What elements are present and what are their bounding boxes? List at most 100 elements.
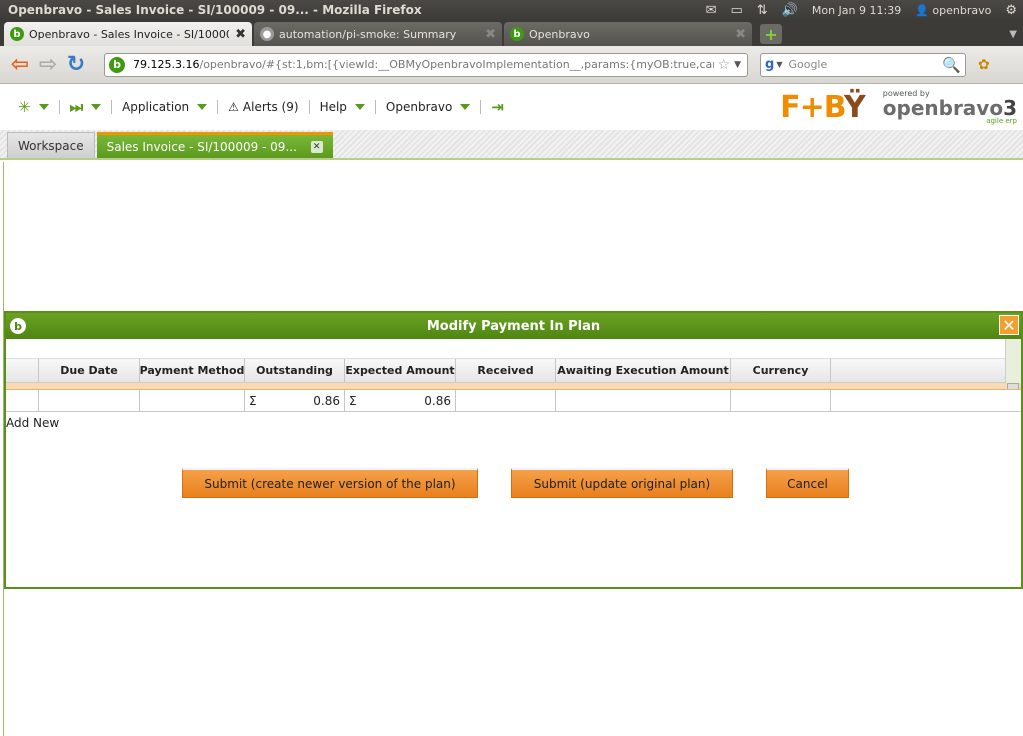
close-tab-icon[interactable]: ✖	[485, 27, 496, 42]
search-engine-dropdown-icon[interactable]: ▼	[776, 60, 782, 69]
back-arrow-icon: ⇦	[10, 52, 30, 77]
tab-workspace[interactable]: Workspace	[7, 132, 95, 158]
tab-sales-invoice[interactable]: Sales Invoice - SI/100009 - 09... ✕	[96, 132, 333, 158]
glass-icon: Ÿ	[844, 89, 866, 125]
dialog-close-button[interactable]: ✕	[999, 315, 1019, 335]
user-menu[interactable]: 👤 openbravo	[915, 4, 991, 17]
forward-button[interactable]: ⇨	[34, 51, 62, 79]
grid-summary-row: Σ 0.86 Σ 0.86	[6, 390, 1021, 412]
cancel-button[interactable]: Cancel	[766, 468, 849, 498]
tagline: agile erp	[986, 116, 1017, 125]
logo-area: F+BŸ powered by openbravo3 agile erp	[780, 87, 1017, 127]
url-bar[interactable]: b 79.125.3.16 /openbravo/#{st:1,bm:[{vie…	[104, 52, 748, 77]
site-identity-icon[interactable]: b	[109, 56, 125, 73]
tab-sales-invoice-label: Sales Invoice - SI/100009 - 09...	[106, 139, 297, 154]
url-dropdown-icon[interactable]: ▼	[734, 60, 741, 70]
summary-cell	[731, 390, 831, 412]
col-label: Received	[477, 364, 534, 377]
add-new-link[interactable]: Add New	[6, 416, 59, 430]
openbravo-menu-label: Openbravo	[385, 100, 453, 114]
application-menu[interactable]: Application	[122, 100, 208, 114]
system-tray: ✉ ▭ ⇅ 🔊 Mon Jan 9 11:39 👤 openbravo ⚙	[706, 3, 1023, 18]
volume-icon[interactable]: 🔊	[782, 3, 798, 18]
bookmark-star-icon[interactable]: ☆	[718, 57, 731, 73]
grid-header-selector[interactable]	[6, 359, 39, 382]
close-tab-icon[interactable]: ✖	[735, 27, 746, 42]
reload-icon: ↻	[66, 52, 86, 77]
separator	[58, 100, 60, 114]
outstanding-total: 0.86	[313, 394, 340, 408]
submit-new-version-button[interactable]: Submit (create newer version of the plan…	[182, 468, 478, 498]
col-payment-method[interactable]: Payment Method	[140, 359, 245, 382]
tab-label: Openbravo - Sales Invoice - SI/100009 - …	[29, 27, 229, 41]
grid-header: Due Date Payment Method Outstanding Expe…	[6, 359, 1021, 383]
dropdown-triangle-icon	[38, 104, 49, 110]
submit-update-plan-button[interactable]: Submit (update original plan)	[511, 468, 733, 498]
quick-launch-menu[interactable]: ⏭	[70, 98, 102, 116]
tab-label: automation/pi-smoke: Summary	[279, 27, 457, 41]
mail-icon[interactable]: ✉	[706, 3, 717, 18]
openbravo-logo: powered by openbravo3 agile erp	[883, 89, 1017, 125]
alerts-button[interactable]: ⚠ Alerts (9)	[228, 100, 298, 114]
help-menu[interactable]: Help	[320, 100, 365, 114]
col-currency[interactable]: Currency	[731, 359, 831, 382]
network-icon[interactable]: ⇅	[757, 3, 768, 18]
logout-icon: ⇥	[491, 98, 504, 116]
scrollbar-thumb[interactable]	[1007, 383, 1019, 389]
logout-button[interactable]: ⇥	[491, 98, 504, 116]
clock[interactable]: Mon Jan 9 11:39	[812, 4, 901, 17]
sigma-icon: Σ	[249, 394, 257, 408]
col-expected-amount[interactable]: Expected Amount	[345, 359, 456, 382]
table-row[interactable]	[6, 383, 1021, 390]
close-tab-icon[interactable]: ✕	[310, 140, 323, 153]
separator	[308, 100, 310, 114]
url-path: /openbravo/#{st:1,bm:[{viewId:__OBMyOpen…	[199, 58, 713, 71]
new-tab-button[interactable]: +	[760, 24, 782, 44]
os-top-bar: Openbravo - Sales Invoice - SI/100009 - …	[0, 0, 1023, 20]
browser-tab-automation[interactable]: ● automation/pi-smoke: Summary ✖	[254, 22, 502, 46]
summary-cell	[6, 390, 39, 412]
col-label: Due Date	[60, 364, 118, 377]
summary-cell	[556, 390, 731, 412]
col-label: Outstanding	[256, 364, 333, 377]
col-label: Payment Method	[140, 364, 245, 377]
fast-forward-icon: ⏭	[69, 98, 84, 116]
tab-list-icon[interactable]: ▼	[1009, 29, 1017, 40]
user-icon: 👤	[915, 3, 929, 17]
quick-create-menu[interactable]: ✳	[18, 98, 49, 116]
forward-arrow-icon: ⇨	[38, 52, 58, 77]
dialog-header: b Modify Payment In Plan ✕	[6, 313, 1021, 339]
openbravo-wordmark: openbravo3	[883, 98, 1017, 118]
openbravo-menu[interactable]: Openbravo	[385, 100, 471, 114]
col-label: Awaiting Execution Amount	[557, 364, 729, 377]
col-awaiting-execution-amount[interactable]: Awaiting Execution Amount	[556, 359, 731, 382]
google-engine-icon[interactable]: g	[765, 57, 774, 72]
summary-cell	[456, 390, 556, 412]
tab-label: Openbravo	[529, 27, 590, 41]
reload-button[interactable]: ↻	[62, 51, 90, 79]
col-due-date[interactable]: Due Date	[39, 359, 140, 382]
back-button[interactable]: ⇦	[6, 51, 34, 79]
gear-icon[interactable]: ⚙	[1005, 3, 1017, 18]
browser-nav-bar: ⇦ ⇨ ↻ b 79.125.3.16 /openbravo/#{st:1,bm…	[0, 46, 1023, 84]
workspace-tabs: Workspace Sales Invoice - SI/100009 - 09…	[0, 130, 1023, 160]
addon-icon[interactable]: ✿	[978, 57, 990, 73]
col-received[interactable]: Received	[456, 359, 556, 382]
battery-icon[interactable]: ▭	[730, 3, 742, 18]
col-outstanding[interactable]: Outstanding	[245, 359, 345, 382]
openbravo-favicon-icon: b	[510, 27, 524, 41]
browser-tab-sales-invoice[interactable]: b Openbravo - Sales Invoice - SI/100009 …	[4, 22, 252, 46]
search-icon[interactable]: 🔍	[942, 56, 961, 74]
col-label: Currency	[752, 364, 809, 377]
separator	[111, 100, 113, 114]
search-bar[interactable]: g ▼ Google 🔍	[760, 52, 966, 77]
browser-tab-openbravo[interactable]: b Openbravo ✖	[504, 22, 752, 46]
search-input[interactable]: Google	[788, 58, 942, 71]
app-toolbar: ✳ ⏭ Application ⚠ Alerts (9) Help Openbr…	[0, 85, 1023, 129]
version-number: 3	[1003, 95, 1017, 120]
close-tab-icon[interactable]: ✖	[235, 27, 246, 42]
alerts-label: Alerts (9)	[242, 100, 299, 114]
openbravo-wordmark-text: openbravo	[882, 95, 1004, 120]
dropdown-triangle-icon	[354, 104, 365, 110]
warning-icon: ⚠	[228, 100, 239, 114]
